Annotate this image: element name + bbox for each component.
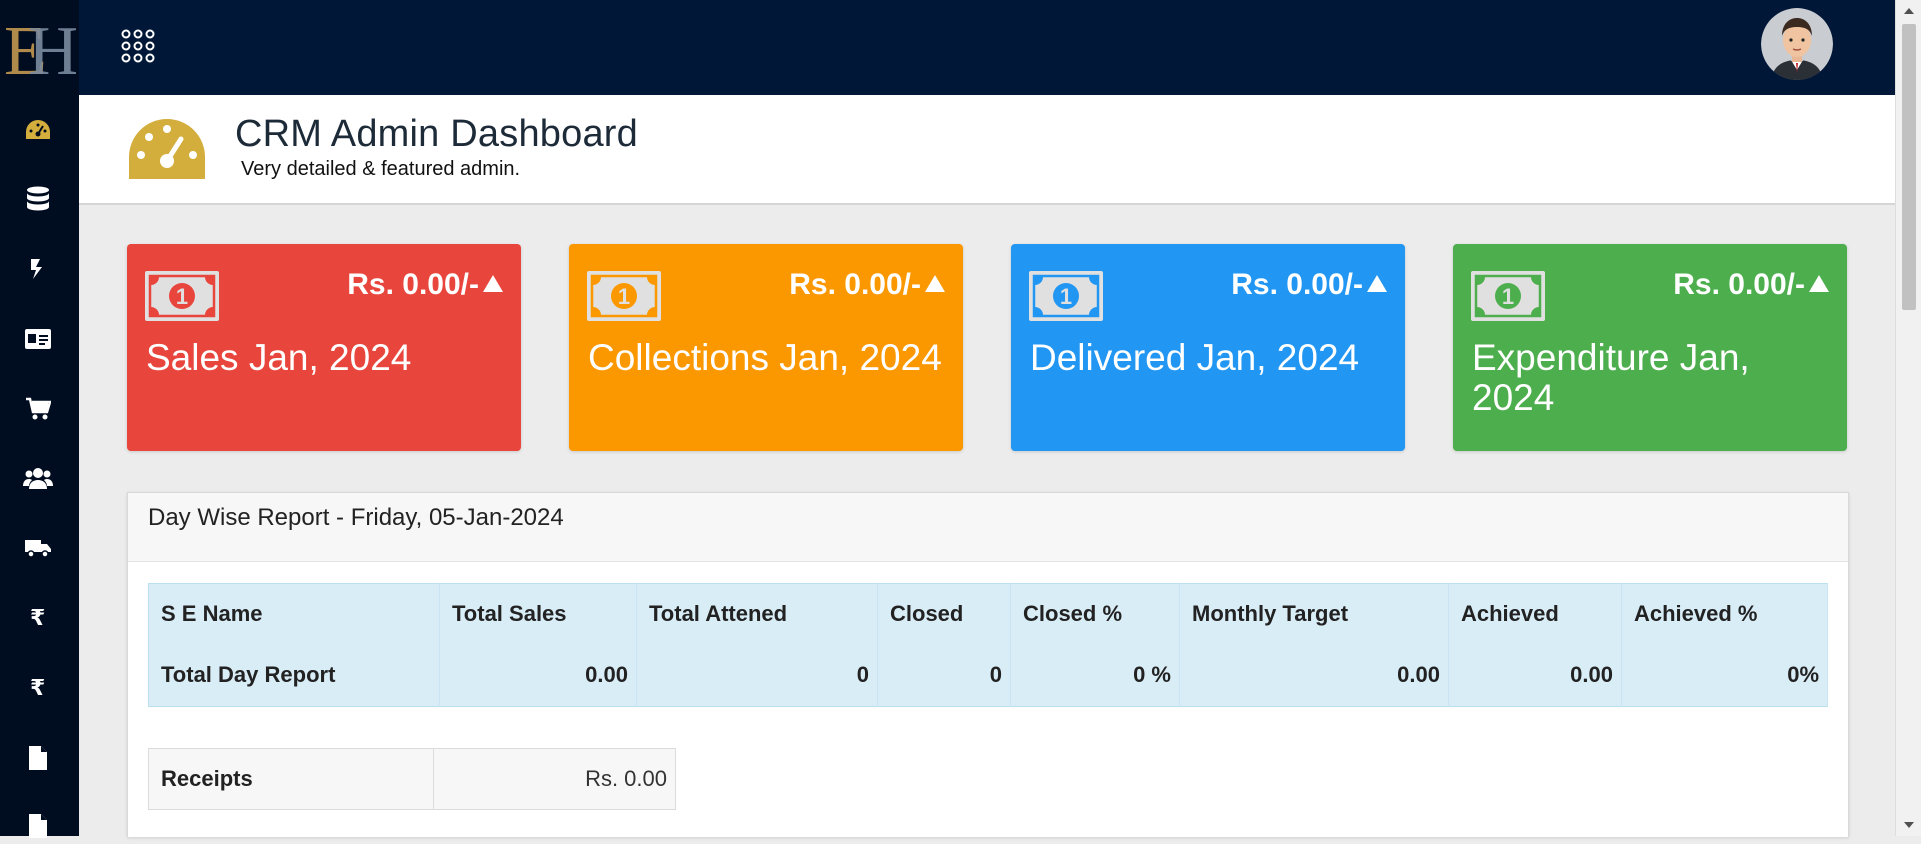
scrollbar-thumb[interactable] bbox=[1902, 24, 1916, 310]
receipts-label: Receipts bbox=[148, 748, 434, 810]
table-cell: 0.00 bbox=[439, 644, 637, 707]
column-header: Closed bbox=[877, 583, 1011, 644]
scroll-down-arrow-icon[interactable] bbox=[1896, 814, 1921, 836]
table-cell: 0 bbox=[877, 644, 1011, 707]
column-header: Total Attened bbox=[636, 583, 878, 644]
database-icon[interactable] bbox=[20, 181, 56, 217]
sales-amount: Rs. 0.00/- bbox=[347, 268, 503, 302]
expenditure-card[interactable]: 1 Rs. 0.00/- Expenditure Jan, 2024 bbox=[1453, 244, 1847, 451]
scroll-up-arrow-icon[interactable] bbox=[1896, 0, 1921, 22]
shopping-cart-icon[interactable] bbox=[20, 391, 56, 427]
collections-card[interactable]: 1 Rs. 0.00/- Collections Jan, 2024 bbox=[569, 244, 963, 451]
money-bill-icon: 1 bbox=[145, 271, 219, 321]
delivered-label: Delivered Jan, 2024 bbox=[1030, 337, 1360, 378]
file-icon[interactable] bbox=[20, 808, 56, 844]
column-header: Monthly Target bbox=[1179, 583, 1449, 644]
money-bill-icon: 1 bbox=[1029, 271, 1103, 321]
up-arrow-icon bbox=[1809, 275, 1829, 292]
receipts-value: Rs. 0.00 bbox=[433, 748, 676, 810]
receipts-table: Receipts Rs. 0.00 bbox=[148, 748, 676, 810]
sidebar: E H ₹ ₹ bbox=[0, 0, 79, 838]
up-arrow-icon bbox=[925, 275, 945, 292]
column-header: Achieved bbox=[1448, 583, 1622, 644]
panel-header: Day Wise Report - Friday, 05-Jan-2024 bbox=[128, 493, 1848, 562]
table-cell: Total Day Report bbox=[148, 644, 440, 707]
brand-logo[interactable]: E H bbox=[2, 10, 79, 90]
page-subtitle: Very detailed & featured admin. bbox=[241, 158, 521, 180]
rupee-icon[interactable]: ₹ bbox=[20, 669, 56, 705]
svg-text:1: 1 bbox=[176, 284, 188, 309]
dashboard-gauge-icon[interactable] bbox=[20, 112, 56, 148]
svg-text:1: 1 bbox=[1502, 284, 1514, 309]
column-header: Achieved % bbox=[1621, 583, 1828, 644]
exchange-icon[interactable] bbox=[20, 251, 56, 287]
id-card-icon[interactable] bbox=[20, 321, 56, 357]
users-icon[interactable] bbox=[20, 460, 56, 496]
delivered-card[interactable]: 1 Rs. 0.00/- Delivered Jan, 2024 bbox=[1011, 244, 1405, 451]
collections-label: Collections Jan, 2024 bbox=[588, 337, 942, 378]
sales-card[interactable]: 1 Rs. 0.00/- Sales Jan, 2024 bbox=[127, 244, 521, 451]
svg-text:₹: ₹ bbox=[30, 606, 45, 629]
user-avatar[interactable] bbox=[1761, 8, 1833, 80]
page-header: CRM Admin Dashboard Very detailed & feat… bbox=[79, 95, 1895, 205]
day-report-table: S E Name Total Sales Total Attened Close… bbox=[148, 583, 1828, 707]
column-header: Closed % bbox=[1010, 583, 1180, 644]
table-cell: 0% bbox=[1621, 644, 1828, 707]
column-header: S E Name bbox=[148, 583, 440, 644]
table-header-row: S E Name Total Sales Total Attened Close… bbox=[148, 583, 1828, 644]
table-row: Total Day Report 0.00 0 0 0 % 0.00 0.00 … bbox=[148, 644, 1828, 707]
money-bill-icon: 1 bbox=[1471, 271, 1545, 321]
column-header: Total Sales bbox=[439, 583, 637, 644]
up-arrow-icon bbox=[1367, 275, 1387, 292]
svg-text:H: H bbox=[28, 13, 76, 86]
expenditure-amount: Rs. 0.00/- bbox=[1673, 268, 1829, 302]
table-cell: 0 % bbox=[1010, 644, 1180, 707]
up-arrow-icon bbox=[483, 275, 503, 292]
money-bill-icon: 1 bbox=[587, 271, 661, 321]
vertical-scrollbar[interactable] bbox=[1895, 0, 1921, 836]
panel-title: Day Wise Report - Friday, 05-Jan-2024 bbox=[148, 504, 564, 531]
table-cell: 0 bbox=[636, 644, 878, 707]
rupee-icon[interactable]: ₹ bbox=[20, 599, 56, 635]
apps-grid-icon[interactable] bbox=[120, 28, 156, 64]
sales-label: Sales Jan, 2024 bbox=[146, 337, 412, 378]
top-navbar bbox=[79, 0, 1895, 95]
svg-text:₹: ₹ bbox=[30, 676, 45, 699]
file-icon[interactable] bbox=[20, 740, 56, 776]
svg-text:1: 1 bbox=[618, 284, 630, 309]
collections-amount: Rs. 0.00/- bbox=[789, 268, 945, 302]
table-row: Receipts Rs. 0.00 bbox=[148, 748, 676, 810]
delivered-amount: Rs. 0.00/- bbox=[1231, 268, 1387, 302]
page-title: CRM Admin Dashboard bbox=[235, 113, 638, 155]
expenditure-label: Expenditure Jan, 2024 bbox=[1472, 337, 1750, 418]
truck-icon[interactable] bbox=[20, 530, 56, 566]
svg-text:1: 1 bbox=[1060, 284, 1072, 309]
day-wise-report-panel: Day Wise Report - Friday, 05-Jan-2024 S … bbox=[127, 492, 1849, 837]
table-cell: 0.00 bbox=[1179, 644, 1449, 707]
table-cell: 0.00 bbox=[1448, 644, 1622, 707]
dashboard-gauge-icon bbox=[127, 117, 207, 181]
